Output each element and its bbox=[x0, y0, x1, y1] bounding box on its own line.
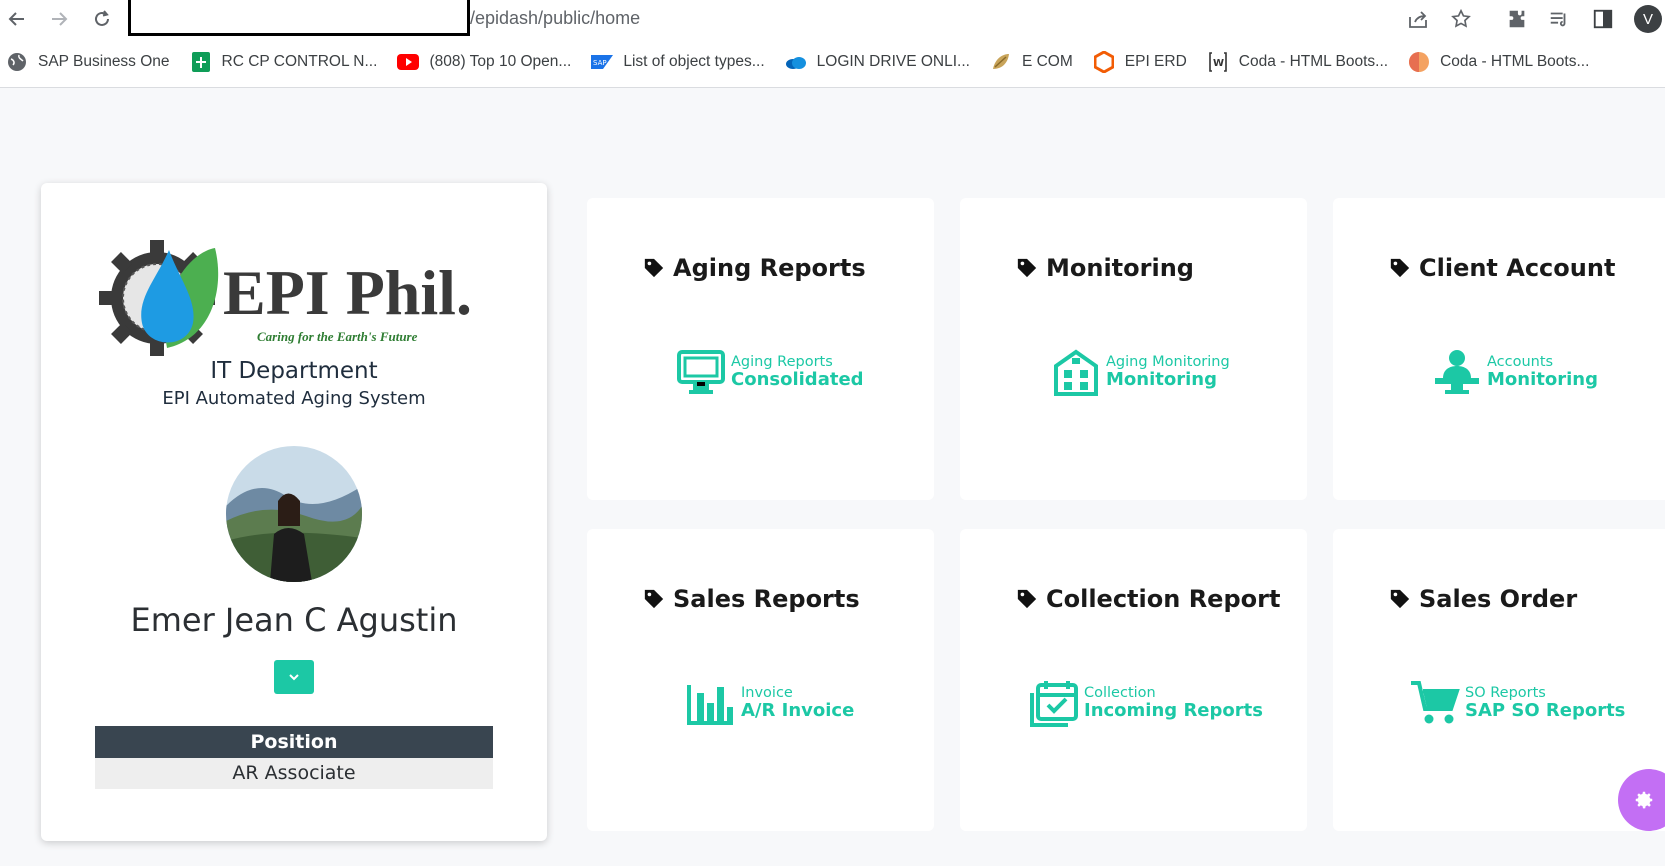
url-text[interactable]: /epidash/public/home bbox=[470, 8, 640, 29]
profile-dropdown-button[interactable] bbox=[274, 660, 314, 694]
logo-text: EPI Phil. bbox=[223, 257, 472, 328]
position-header: Position bbox=[95, 726, 493, 758]
bookmark-label: Coda - HTML Boots... bbox=[1238, 53, 1389, 70]
bookmark-label: RC CP CONTROL N... bbox=[221, 53, 378, 70]
tile-collection-report: Collection Report Collection Incoming Re… bbox=[960, 529, 1307, 831]
bookmark-item[interactable]: (808) Top 10 Open... bbox=[397, 51, 571, 73]
bookmark-label: List of object types... bbox=[623, 53, 765, 70]
star-icon[interactable] bbox=[1448, 6, 1474, 32]
profile-card: EPI Phil. Caring for the Earth's Future … bbox=[41, 183, 547, 841]
tile-title: Sales Reports bbox=[643, 585, 860, 613]
youtube-icon bbox=[397, 51, 420, 73]
tile-title: Aging Reports bbox=[643, 254, 866, 282]
gear-icon bbox=[1635, 791, 1653, 809]
link-subtitle: Aging Reports bbox=[731, 354, 833, 370]
ecom-icon bbox=[990, 51, 1012, 73]
bookmark-label: E COM bbox=[1021, 53, 1073, 70]
link-title: A/R Invoice bbox=[741, 700, 855, 721]
epi-logo: EPI Phil. Caring for the Earth's Future bbox=[97, 238, 507, 358]
monitor-icon bbox=[677, 350, 725, 394]
bookmark-item[interactable]: LOGIN DRIVE ONLI... bbox=[785, 51, 970, 73]
link-subtitle: Collection bbox=[1084, 685, 1156, 701]
sap-icon: SAP bbox=[591, 51, 614, 73]
address-bar-row: /epidash/public/home V bbox=[0, 0, 1665, 38]
position-value: AR Associate bbox=[95, 758, 493, 789]
calendar-check-icon bbox=[1030, 681, 1078, 727]
extensions-icon[interactable] bbox=[1504, 6, 1530, 32]
tile-sales-order: Sales Order SO Reports SAP SO Reports bbox=[1333, 529, 1665, 831]
bookmark-item[interactable]: SAP Business One bbox=[6, 51, 170, 73]
reading-list-icon[interactable] bbox=[1546, 6, 1572, 32]
tile-aging-reports: Aging Reports Aging Reports Consolidated bbox=[587, 198, 934, 500]
browser-chrome: /epidash/public/home V SAP Business One … bbox=[0, 0, 1665, 88]
building-icon bbox=[1054, 349, 1098, 396]
svg-text:SAP: SAP bbox=[593, 59, 607, 67]
link-title: SAP SO Reports bbox=[1465, 700, 1626, 721]
bookmarks-bar: SAP Business One RC CP CONTROL N... (808… bbox=[0, 44, 1665, 80]
share-icon[interactable] bbox=[1405, 6, 1431, 32]
side-panel-icon[interactable] bbox=[1590, 6, 1616, 32]
user-desk-icon bbox=[1435, 350, 1479, 394]
tile-client-account: Client Account Accounts Monitoring bbox=[1333, 198, 1665, 500]
tile-sales-reports: Sales Reports Invoice A/R Invoice bbox=[587, 529, 934, 831]
aging-reports-consolidated-link[interactable]: Aging Reports Consolidated bbox=[675, 348, 864, 396]
coda-w-icon: W bbox=[1207, 51, 1229, 73]
epi-erd-icon bbox=[1093, 51, 1115, 73]
link-title: Monitoring bbox=[1106, 369, 1217, 390]
bookmark-label: Coda - HTML Boots... bbox=[1440, 53, 1590, 70]
link-title: Consolidated bbox=[731, 369, 864, 390]
bookmark-item[interactable]: RC CP CONTROL N... bbox=[190, 51, 378, 73]
tag-icon bbox=[1390, 589, 1410, 609]
link-subtitle: SO Reports bbox=[1465, 685, 1546, 701]
bookmark-item[interactable]: E COM bbox=[990, 51, 1073, 73]
aging-monitoring-link[interactable]: Aging Monitoring Monitoring bbox=[1050, 348, 1230, 396]
sheets-icon bbox=[190, 51, 212, 73]
avatar bbox=[226, 446, 362, 582]
sap-so-reports-link[interactable]: SO Reports SAP SO Reports bbox=[1409, 679, 1625, 727]
bar-chart-icon bbox=[687, 685, 733, 725]
url-redacted-box[interactable] bbox=[128, 0, 470, 36]
incoming-reports-link[interactable]: Collection Incoming Reports bbox=[1028, 679, 1263, 727]
link-subtitle: Aging Monitoring bbox=[1106, 354, 1230, 370]
tag-icon bbox=[1017, 589, 1037, 609]
logo-tagline: Caring for the Earth's Future bbox=[257, 329, 418, 344]
coda-orange-icon bbox=[1408, 51, 1430, 73]
back-arrow-icon[interactable] bbox=[4, 6, 30, 32]
svg-text:W: W bbox=[1213, 58, 1224, 69]
link-title: Incoming Reports bbox=[1084, 700, 1263, 721]
tag-icon bbox=[644, 258, 664, 278]
profile-avatar[interactable]: V bbox=[1634, 5, 1662, 33]
tile-title: Sales Order bbox=[1389, 585, 1577, 613]
reload-icon[interactable] bbox=[89, 6, 115, 32]
link-subtitle: Accounts bbox=[1487, 354, 1554, 370]
tile-monitoring: Monitoring Aging Monitoring Monitoring bbox=[960, 198, 1307, 500]
link-title: Monitoring bbox=[1487, 369, 1598, 390]
globe-icon bbox=[6, 51, 28, 73]
link-subtitle: Invoice bbox=[741, 685, 793, 701]
bookmark-item[interactable]: W Coda - HTML Boots... bbox=[1207, 51, 1388, 73]
bookmark-item[interactable]: SAP List of object types... bbox=[591, 51, 765, 73]
tile-title: Client Account bbox=[1389, 254, 1615, 282]
chevron-down-icon bbox=[289, 674, 299, 681]
bookmark-item[interactable]: EPI ERD bbox=[1093, 51, 1187, 73]
department-name: IT Department bbox=[210, 358, 378, 384]
bookmark-label: (808) Top 10 Open... bbox=[429, 53, 572, 70]
tile-title: Collection Report bbox=[1016, 585, 1280, 613]
bookmark-label: SAP Business One bbox=[38, 53, 170, 70]
tag-icon bbox=[1390, 258, 1410, 278]
onedrive-icon bbox=[785, 51, 807, 73]
cart-icon bbox=[1411, 681, 1460, 724]
accounts-monitoring-link[interactable]: Accounts Monitoring bbox=[1431, 348, 1598, 396]
ar-invoice-link[interactable]: Invoice A/R Invoice bbox=[685, 679, 854, 727]
bookmark-label: LOGIN DRIVE ONLI... bbox=[816, 53, 970, 70]
bookmark-label: EPI ERD bbox=[1124, 53, 1187, 70]
system-name: EPI Automated Aging System bbox=[162, 388, 426, 409]
forward-arrow-icon[interactable] bbox=[46, 6, 72, 32]
tile-title: Monitoring bbox=[1016, 254, 1194, 282]
user-name: Emer Jean C Agustin bbox=[130, 601, 458, 639]
tag-icon bbox=[1017, 258, 1037, 278]
tag-icon bbox=[644, 589, 664, 609]
bookmark-item[interactable]: Coda - HTML Boots... bbox=[1408, 51, 1589, 73]
